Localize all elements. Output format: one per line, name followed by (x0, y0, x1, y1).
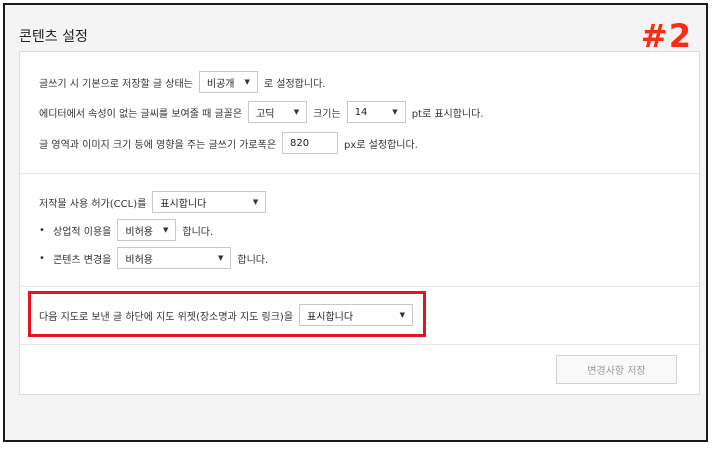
save-changes-button[interactable]: 변경사항 저장 (556, 355, 677, 384)
size-suffix: pt로 표시합니다. (411, 108, 484, 120)
editor-width-input[interactable] (282, 132, 339, 154)
chevron-down-icon: ▼ (163, 226, 169, 234)
settings-panel: 글쓰기 시 기본으로 저장할 글 상태는 비공개 ▼ 로 설정합니다. 에디터에… (19, 51, 700, 395)
default-state-prefix: 글쓰기 시 기본으로 저장할 글 상태는 (39, 78, 193, 90)
commercial-suffix: 합니다. (182, 226, 214, 238)
font-select[interactable]: 고딕 ▼ (248, 101, 308, 123)
commercial-use-select[interactable]: 비허용 ▼ (117, 219, 177, 241)
chevron-down-icon: ▼ (293, 108, 300, 116)
font-value: 고딕 (256, 108, 275, 120)
font-size-value: 14 (354, 106, 368, 118)
page-title: 콘텐츠 설정 (19, 29, 88, 45)
ccl-settings-section: 저작물 사용 허가(CCL)를 표시합니다 ▼ • 상업적 이용을 비허용 ▼ … (20, 174, 699, 287)
width-suffix: px로 설정합니다. (344, 139, 418, 151)
ccl-row: 저작물 사용 허가(CCL)를 표시합니다 ▼ (39, 191, 267, 213)
commercial-label: 상업적 이용을 (53, 226, 112, 238)
width-prefix: 글 영역과 이미지 크기 등에 영향을 주는 글쓰기 가로폭은 (39, 139, 277, 151)
ccl-value: 표시합니다 (160, 198, 207, 210)
font-prefix: 에디터에서 속성이 없는 글씨를 보여줄 때 글꼴은 (39, 108, 243, 120)
step-badge: #2 (640, 17, 692, 55)
chevron-down-icon: ▼ (218, 254, 224, 262)
default-state-suffix: 로 설정합니다. (263, 78, 326, 90)
size-label: 크기는 (313, 108, 341, 120)
commercial-value: 비허용 (125, 226, 153, 238)
commercial-use-row: • 상업적 이용을 비허용 ▼ 합니다. (39, 219, 213, 241)
default-state-select[interactable]: 비공개 ▼ (198, 71, 258, 93)
bullet: • (39, 224, 45, 236)
chevron-down-icon: ▼ (244, 78, 250, 86)
modify-row: • 콘텐츠 변경을 비허용 ▼ 합니다. (39, 247, 268, 269)
modify-select[interactable]: 비허용 ▼ (117, 247, 232, 269)
default-state-value: 비공개 (206, 78, 235, 90)
font-row: 에디터에서 속성이 없는 글씨를 보여줄 때 글꼴은 고딕 ▼ 크기는 14 ▼… (39, 101, 484, 123)
modify-suffix: 합니다. (237, 254, 269, 266)
bullet: • (39, 252, 45, 264)
modify-label: 콘텐츠 변경을 (53, 254, 112, 266)
chevron-down-icon: ▼ (252, 198, 259, 206)
default-state-row: 글쓰기 시 기본으로 저장할 글 상태는 비공개 ▼ 로 설정합니다. (39, 71, 325, 93)
highlight-box (28, 291, 426, 337)
modify-value: 비허용 (125, 254, 153, 266)
ccl-select[interactable]: 표시합니다 ▼ (152, 191, 267, 213)
width-row: 글 영역과 이미지 크기 등에 영향을 주는 글쓰기 가로폭은 px로 설정합니… (39, 132, 418, 154)
chevron-down-icon: ▼ (392, 108, 398, 116)
editor-settings-section: 글쓰기 시 기본으로 저장할 글 상태는 비공개 ▼ 로 설정합니다. 에디터에… (20, 52, 699, 174)
font-size-select[interactable]: 14 ▼ (346, 101, 406, 123)
window-frame: 콘텐츠 설정 #2 글쓰기 시 기본으로 저장할 글 상태는 비공개 ▼ 로 설… (3, 3, 708, 442)
ccl-label: 저작물 사용 허가(CCL)를 (39, 198, 147, 210)
